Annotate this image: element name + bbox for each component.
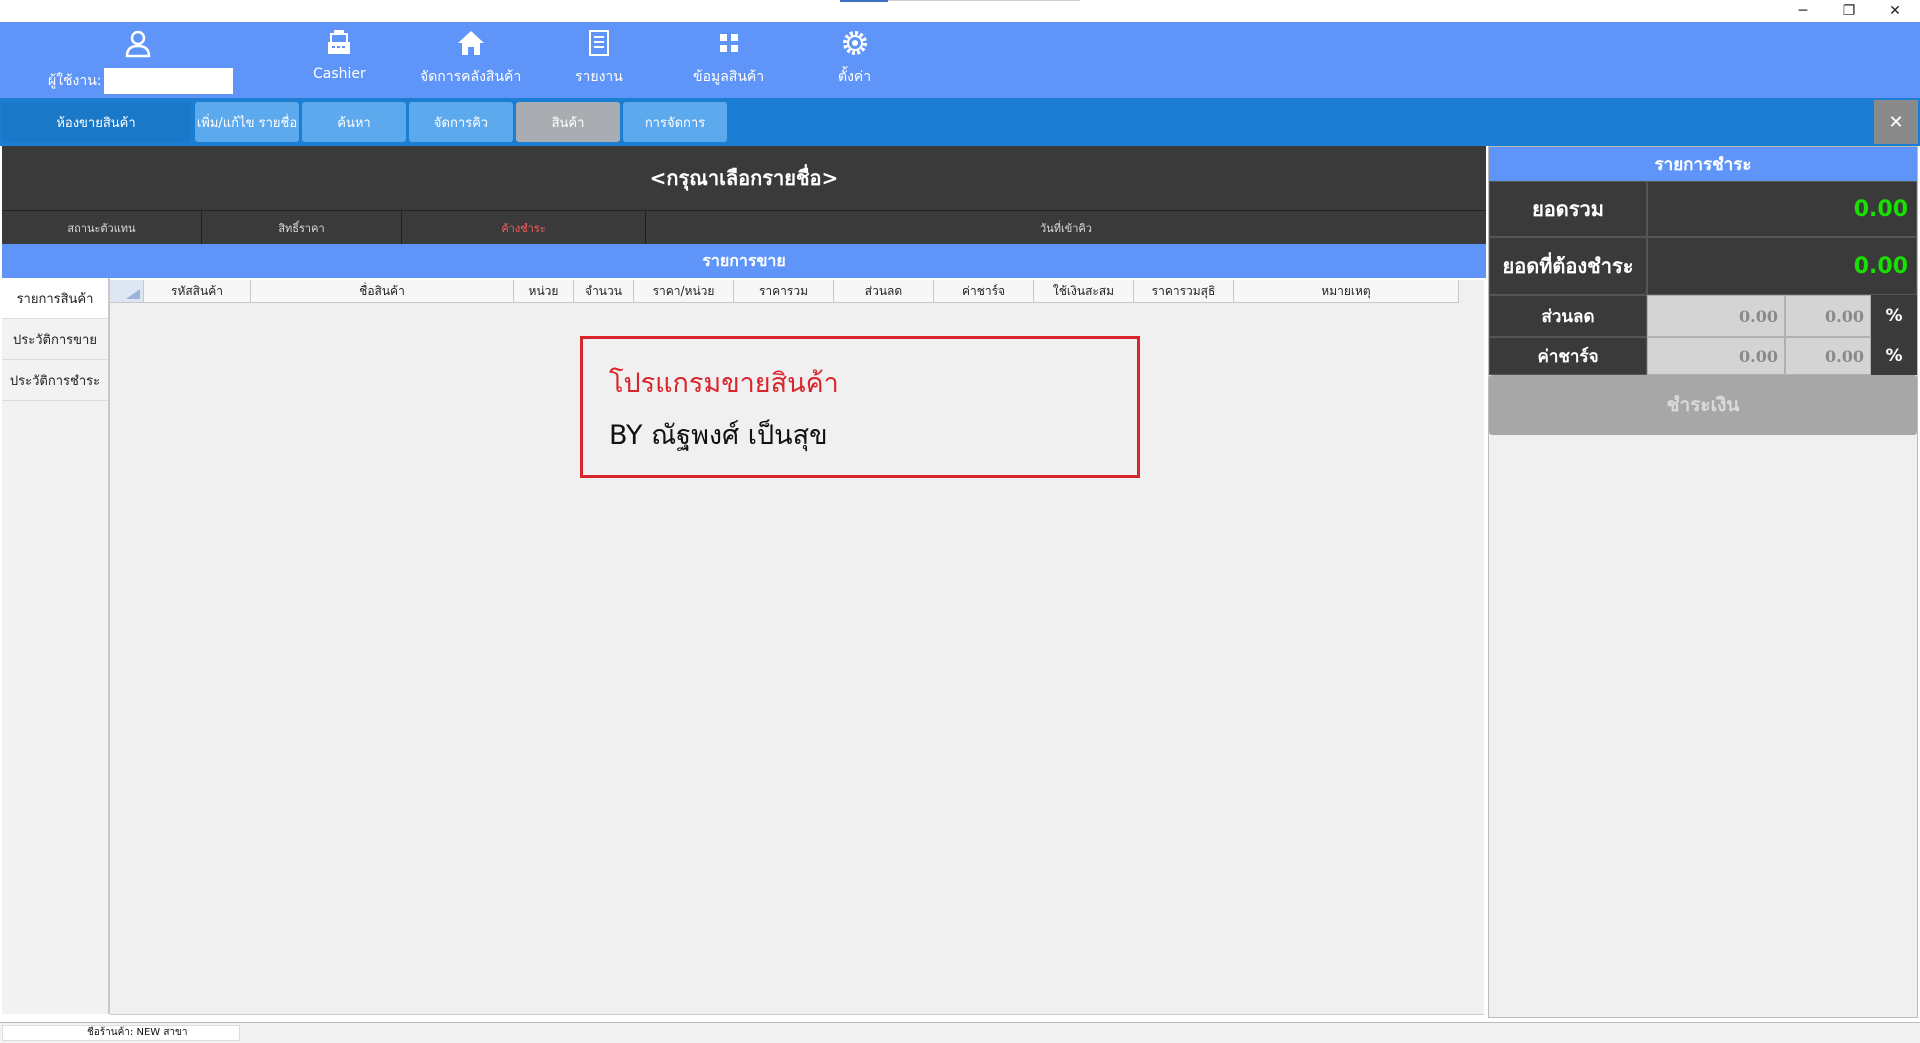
toolbar-cashier[interactable]: Cashier: [313, 28, 366, 82]
grid-icon: [719, 34, 738, 52]
status-bar: ชื่อร้านค้า: NEW สาขา: [0, 1022, 1920, 1043]
charge-row: ค่าชาร์จ 0.00 0.00 %: [1489, 337, 1917, 375]
titlebar-accent: [840, 0, 888, 2]
grid-header: รหัสสินค้า ชื่อสินค้า หน่วย จำนวน ราคา/ห…: [110, 280, 1459, 303]
cash-register-icon: [328, 30, 351, 54]
discount-percent-input[interactable]: 0.00: [1785, 295, 1871, 337]
toolbar-product-data[interactable]: ข้อมูลสินค้า: [693, 28, 764, 88]
amount-due-label: ยอดที่ต้องชำระ: [1489, 237, 1647, 295]
grid-select-all-corner[interactable]: [110, 280, 144, 302]
program-title: โปรแกรมขายสินค้า: [609, 368, 839, 399]
col-unit-price[interactable]: ราคา/หน่วย: [634, 280, 734, 302]
tab-products[interactable]: สินค้า: [516, 102, 620, 142]
tab-management[interactable]: การจัดการ: [623, 102, 727, 142]
toolbar-reports[interactable]: รายงาน: [575, 28, 623, 88]
amount-due-row: ยอดที่ต้องชำระ 0.00: [1489, 237, 1917, 295]
charge-amount-input[interactable]: 0.00: [1647, 337, 1785, 375]
price-right-field: สิทธิ์ราคา: [202, 211, 402, 245]
queue-date-field: วันที่เข้าคิว: [1040, 222, 1092, 235]
user-field[interactable]: [103, 68, 233, 94]
close-tab-button[interactable]: ✕: [1874, 100, 1918, 144]
document-icon: [588, 30, 609, 56]
discount-label: ส่วนลด: [1489, 295, 1647, 337]
outstanding-field: ค้างชำระ: [402, 211, 646, 245]
toolbar-settings[interactable]: ตั้งค่า: [838, 28, 871, 88]
close-window-button[interactable]: ✕: [1872, 0, 1918, 22]
tab-search[interactable]: ค้นหา: [302, 102, 406, 142]
payment-header: รายการชำระ: [1489, 147, 1917, 181]
tab-manage-queue[interactable]: จัดการคิว: [409, 102, 513, 142]
toolbar-settings-label: ตั้งค่า: [838, 69, 872, 85]
payment-panel: รายการชำระ ยอดรวม 0.00 ยอดที่ต้องชำระ 0.…: [1488, 146, 1918, 1018]
side-tab-payment-history[interactable]: ประวัติการชำระ: [2, 360, 108, 401]
discount-percent-sign: %: [1871, 295, 1917, 337]
customer-info-row: สถานะตัวแทน สิทธิ์ราคา ค้างชำระ วันที่เข…: [2, 210, 1486, 245]
total-row: ยอดรวม 0.00: [1489, 181, 1917, 237]
total-value: 0.00: [1647, 181, 1917, 237]
total-label: ยอดรวม: [1489, 181, 1647, 237]
pay-button[interactable]: ชำระเงิน: [1489, 375, 1917, 435]
function-tab-bar: ห้องขายสินค้า เพิ่ม/แก้ไข รายชื่อ ค้นหา …: [0, 98, 1920, 146]
side-tab-sales-history[interactable]: ประวัติการขาย: [2, 319, 108, 360]
window-titlebar: ─ ❐ ✕: [0, 0, 1920, 22]
charge-percent-sign: %: [1871, 337, 1917, 375]
sales-side-tabs: รายการสินค้า ประวัติการขาย ประวัติการชำร…: [2, 278, 110, 1014]
toolbar-reports-label: รายงาน: [575, 69, 623, 85]
amount-due-value: 0.00: [1647, 237, 1917, 295]
toolbar-warehouse-label: จัดการคลังสินค้า: [420, 69, 522, 85]
agent-status-field: สถานะตัวแทน: [2, 211, 202, 245]
toolbar-warehouse[interactable]: จัดการคลังสินค้า: [420, 28, 521, 88]
col-total-price[interactable]: ราคารวม: [734, 280, 834, 302]
col-product-code[interactable]: รหัสสินค้า: [144, 280, 251, 302]
main-toolbar: ผู้ใช้งาน: Cashier จัดการคลังสินค้า รายง…: [0, 22, 1920, 98]
col-quantity[interactable]: จำนวน: [574, 280, 634, 302]
toolbar-product-data-label: ข้อมูลสินค้า: [693, 69, 765, 85]
corner-triangle-icon: [126, 289, 140, 299]
charge-label: ค่าชาร์จ: [1489, 337, 1647, 375]
minimize-button[interactable]: ─: [1780, 0, 1826, 22]
col-unit[interactable]: หน่วย: [514, 280, 574, 302]
customer-select-prompt[interactable]: <กรุณาเลือกรายชื่อ>: [2, 146, 1486, 210]
col-accumulated-money[interactable]: ใช้เงินสะสม: [1034, 280, 1134, 302]
col-product-name[interactable]: ชื่อสินค้า: [251, 280, 514, 302]
author-credit: BY ณัฐพงศ์ เป็นสุข: [609, 420, 828, 451]
discount-row: ส่วนลด 0.00 0.00 %: [1489, 295, 1917, 337]
col-charge[interactable]: ค่าชาร์จ: [934, 280, 1034, 302]
sales-list-header: รายการขาย: [2, 244, 1486, 278]
toolbar-cashier-label: Cashier: [313, 66, 366, 82]
restore-button[interactable]: ❐: [1826, 0, 1872, 22]
gear-icon: [842, 31, 867, 55]
shop-name-status: ชื่อร้านค้า: NEW สาขา: [2, 1025, 240, 1041]
side-tab-product-list[interactable]: รายการสินค้า: [2, 278, 108, 319]
customer-panel: <กรุณาเลือกรายชื่อ> สถานะตัวแทน สิทธิ์รา…: [2, 146, 1486, 245]
user-label: ผู้ใช้งาน:: [48, 73, 102, 89]
tab-sales-room[interactable]: ห้องขายสินค้า: [2, 102, 190, 142]
titlebar-divider: [888, 0, 1080, 1]
col-discount[interactable]: ส่วนลด: [834, 280, 934, 302]
col-net-total[interactable]: ราคารวมสุธิ: [1134, 280, 1234, 302]
col-note[interactable]: หมายเหตุ: [1234, 280, 1459, 302]
charge-percent-input[interactable]: 0.00: [1785, 337, 1871, 375]
user-icon: [125, 30, 151, 58]
discount-amount-input[interactable]: 0.00: [1647, 295, 1785, 337]
credit-box: โปรแกรมขายสินค้า BY ณัฐพงศ์ เป็นสุข: [580, 336, 1140, 478]
tab-add-edit-names[interactable]: เพิ่ม/แก้ไข รายชื่อ: [195, 102, 299, 142]
home-icon: [457, 31, 484, 55]
user-row: ผู้ใช้งาน:: [48, 68, 233, 94]
